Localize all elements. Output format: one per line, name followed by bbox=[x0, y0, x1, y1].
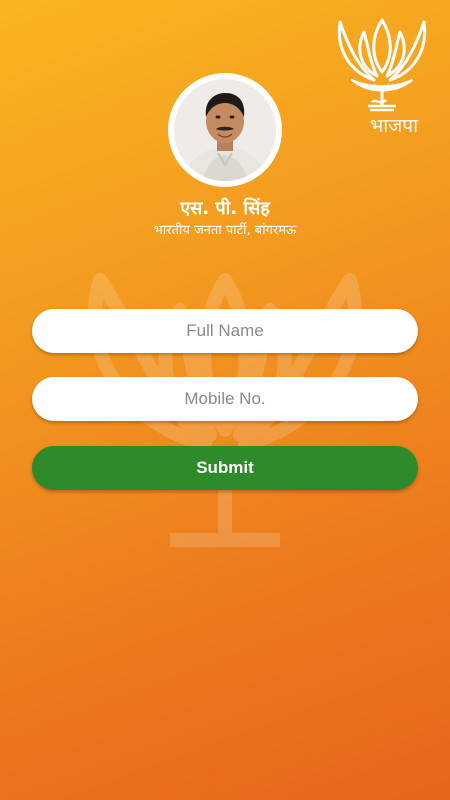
full-name-input[interactable] bbox=[32, 309, 418, 353]
leader-subtitle: भारतीय जनता पार्टी, बांगरमऊ bbox=[153, 223, 297, 238]
avatar bbox=[174, 79, 276, 181]
mobile-number-input[interactable] bbox=[32, 377, 418, 421]
party-logo-text: भाजपा bbox=[369, 115, 418, 137]
leader-name: एस. पी. सिंह bbox=[180, 198, 270, 219]
submit-button[interactable]: Submit bbox=[32, 446, 418, 490]
person-avatar bbox=[174, 79, 276, 181]
